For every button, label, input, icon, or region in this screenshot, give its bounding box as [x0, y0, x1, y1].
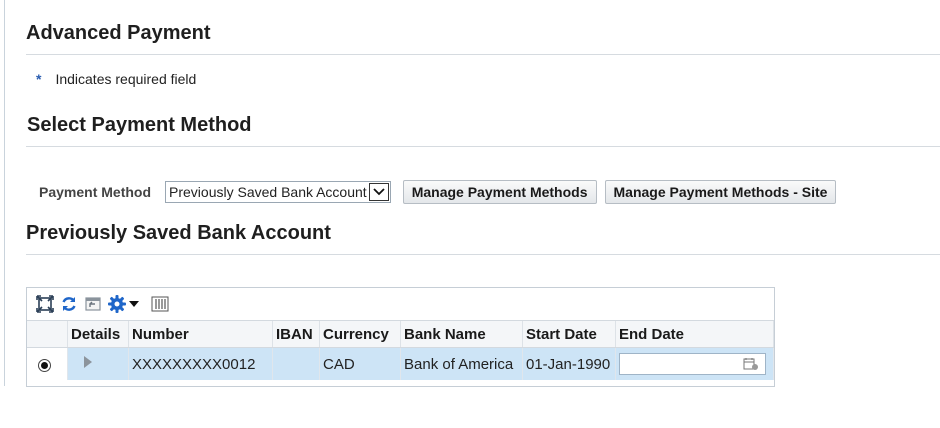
end-date-cell — [615, 347, 774, 380]
saved-bank-account-title: Previously Saved Bank Account — [26, 222, 331, 244]
table-row[interactable]: XXXXXXXXX0012 CAD Bank of America 01-Jan… — [27, 347, 774, 380]
payment-method-row: Payment Method Previously Saved Bank Acc… — [39, 180, 837, 204]
iban-cell — [272, 347, 320, 380]
bank-name-column-header[interactable]: Bank Name — [400, 321, 523, 348]
calendar-icon[interactable] — [743, 357, 759, 371]
payment-method-select[interactable]: Previously Saved Bank Account — [165, 181, 391, 203]
end-date-input[interactable] — [619, 353, 766, 375]
currency-column-header[interactable]: Currency — [319, 321, 401, 348]
number-cell: XXXXXXXXX0012 — [128, 347, 273, 380]
gear-icon[interactable] — [107, 294, 127, 314]
details-cell[interactable] — [67, 347, 129, 380]
required-star: * — [36, 71, 42, 87]
start-date-column-header[interactable]: Start Date — [522, 321, 616, 348]
restore-icon[interactable] — [83, 294, 103, 314]
title-divider — [26, 54, 940, 55]
refresh-icon[interactable] — [59, 294, 79, 314]
payment-method-value: Previously Saved Bank Account — [169, 184, 367, 200]
page-title: Advanced Payment — [26, 22, 211, 44]
select-section-divider — [26, 146, 940, 147]
table-header-row: Details Number IBAN Currency Bank Name S… — [27, 321, 774, 348]
manage-payment-methods-site-button[interactable]: Manage Payment Methods - Site — [604, 180, 837, 204]
manage-payment-methods-button[interactable]: Manage Payment Methods — [402, 180, 597, 204]
details-column-header[interactable]: Details — [67, 321, 129, 348]
chevron-down-icon[interactable] — [368, 183, 389, 201]
dropdown-arrow-icon[interactable] — [128, 294, 140, 314]
start-date-cell: 01-Jan-1990 — [522, 347, 616, 380]
currency-cell: CAD — [319, 347, 401, 380]
number-column-header[interactable]: Number — [128, 321, 273, 348]
radio-selected-dot — [41, 361, 48, 369]
select-payment-method-title: Select Payment Method — [27, 114, 252, 136]
end-date-column-header[interactable]: End Date — [615, 321, 774, 348]
saved-section-divider — [26, 254, 940, 255]
select-column-header — [27, 321, 68, 348]
columns-icon[interactable] — [150, 294, 170, 314]
detach-icon[interactable] — [35, 294, 55, 314]
bank-account-table-panel: Details Number IBAN Currency Bank Name S… — [26, 287, 775, 387]
table-toolbar — [27, 288, 774, 321]
row-select-cell[interactable] — [27, 347, 68, 380]
left-border — [4, 0, 5, 386]
required-note-text: Indicates required field — [55, 71, 197, 87]
payment-method-label: Payment Method — [39, 184, 152, 200]
iban-column-header[interactable]: IBAN — [272, 321, 320, 348]
bank-account-table: Details Number IBAN Currency Bank Name S… — [27, 321, 774, 380]
bank-name-cell: Bank of America — [400, 347, 523, 380]
required-note: * Indicates required field — [36, 71, 196, 87]
expand-triangle-icon[interactable] — [83, 355, 93, 369]
row-radio-button[interactable] — [38, 358, 51, 372]
